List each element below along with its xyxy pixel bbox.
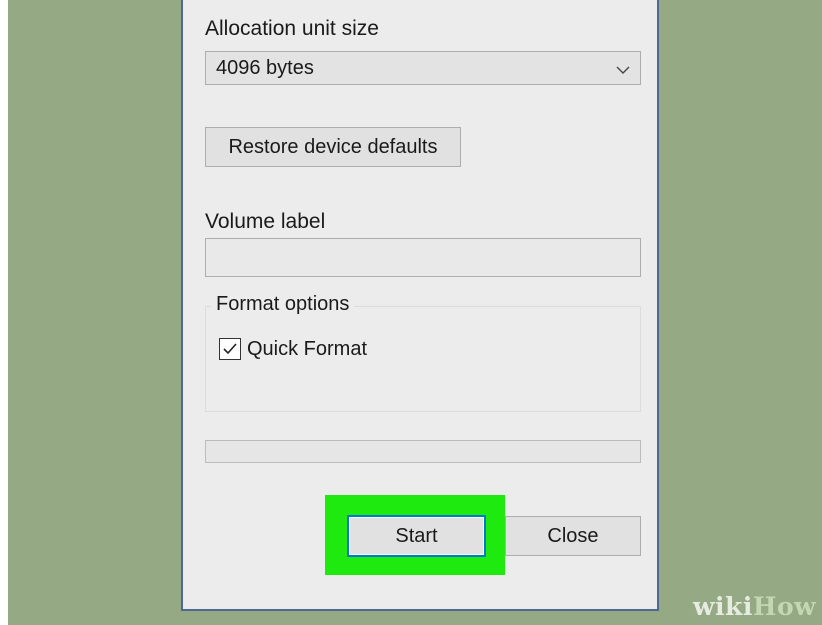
checkmark-icon [223,343,237,355]
allocation-unit-size-dropdown[interactable]: 4096 bytes [205,51,641,85]
chevron-down-icon [616,62,630,74]
format-dialog: Allocation unit size 4096 bytes Restore … [181,0,659,611]
wikihow-watermark: wikiHow [693,592,816,621]
allocation-unit-size-value: 4096 bytes [216,57,314,79]
volume-label-input[interactable] [205,238,641,277]
format-options-title: Format options [211,293,355,316]
watermark-part1: wiki [693,592,753,621]
format-progress-bar [205,440,641,463]
close-button[interactable]: Close [505,516,641,556]
format-options-group: Format options Quick Format [205,293,641,412]
volume-label-label: Volume label [205,210,326,233]
quick-format-checkbox[interactable] [219,338,241,360]
allocation-unit-size-label: Allocation unit size [205,17,379,40]
watermark-part2: How [752,592,817,621]
quick-format-label[interactable]: Quick Format [247,338,367,361]
restore-device-defaults-button[interactable]: Restore device defaults [205,127,461,167]
start-button[interactable]: Start [347,515,486,557]
